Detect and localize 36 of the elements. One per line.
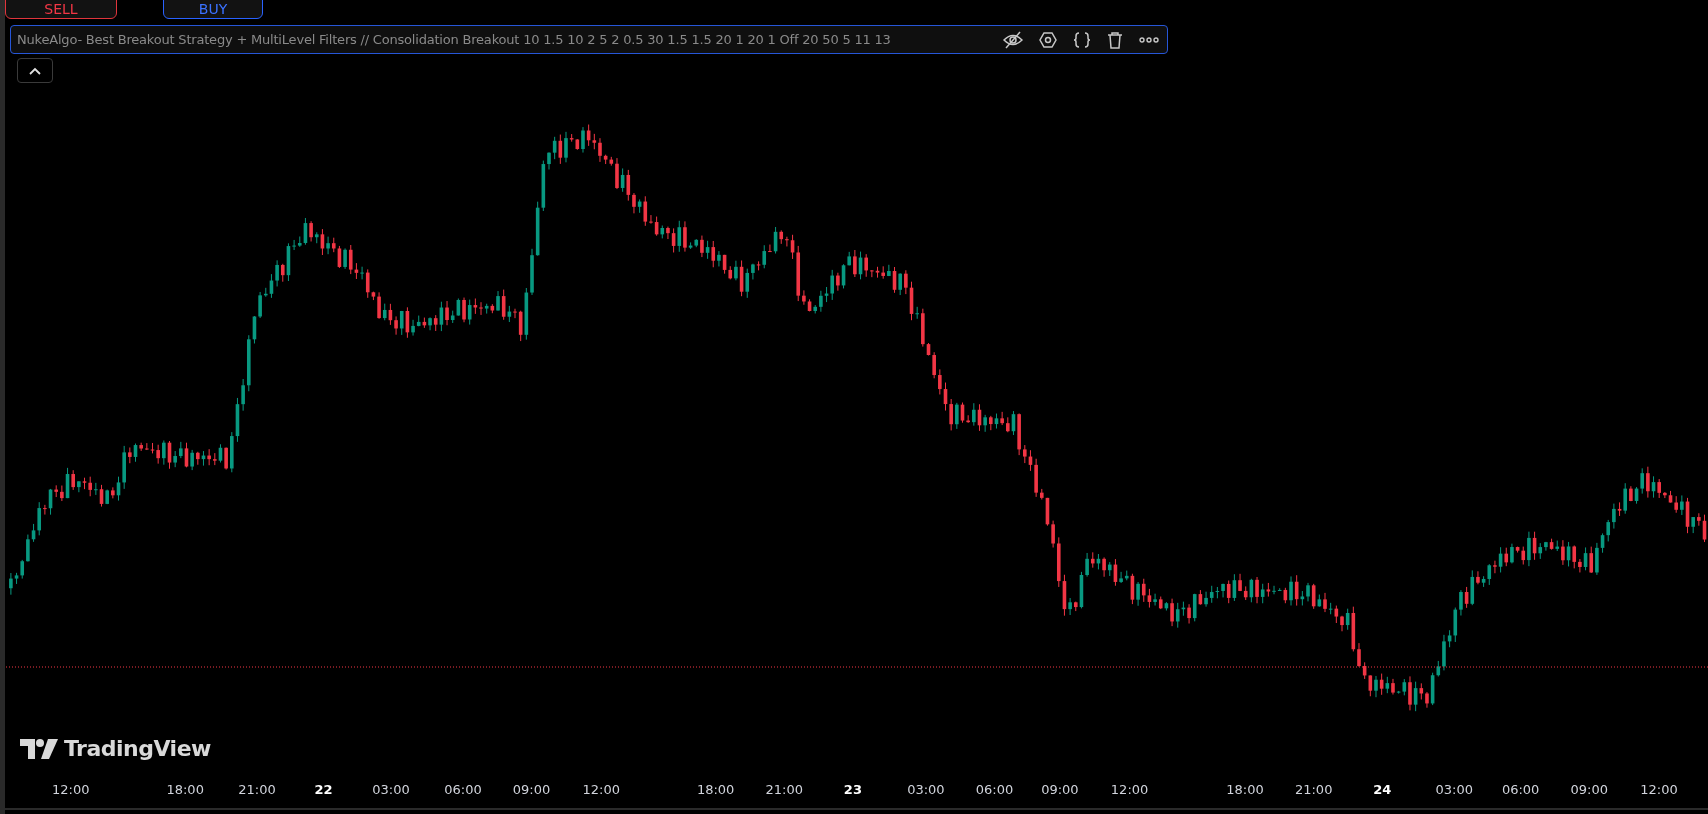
indicator-title: NukeAlgo- Best Breakout Strategy + MultiLevel Filters // Consolidation Breakout 10 1.5 10 2 5 2 0.5 30 1.5 1.5 20 1 20 1 Off 20 50 5 11 13	[17, 32, 892, 47]
eye-off-icon[interactable]	[1003, 30, 1023, 49]
time-axis-label: 03:00	[907, 782, 945, 797]
time-axis-label: 06:00	[444, 782, 482, 797]
tradingview-logo[interactable]: TradingView	[20, 736, 211, 761]
braces-icon[interactable]	[1073, 30, 1091, 49]
time-axis-label: 22	[314, 782, 333, 797]
time-axis-label: 12:00	[1110, 782, 1149, 797]
logo-text: TradingView	[64, 736, 211, 761]
time-axis-label: 06:00	[975, 782, 1014, 797]
chevron-up-icon	[29, 66, 41, 75]
time-axis-label: 12:00	[52, 782, 90, 797]
time-axis-label: 18:00	[696, 782, 735, 797]
time-axis-label: 18:00	[166, 782, 204, 797]
time-axis-label: 23	[843, 782, 862, 797]
time-axis-label: 09:00	[512, 782, 551, 797]
time-axis-label: 06:00	[1501, 782, 1540, 797]
trash-icon[interactable]	[1107, 30, 1123, 49]
buy-button[interactable]: BUY	[163, 0, 263, 19]
settings-icon[interactable]	[1039, 30, 1057, 49]
time-axis-label: 09:00	[1041, 782, 1079, 797]
more-icon[interactable]	[1139, 36, 1159, 43]
logo-icon	[20, 738, 58, 759]
sell-button[interactable]: SELL	[5, 0, 117, 19]
time-axis-label: 24	[1373, 782, 1392, 797]
collapse-button[interactable]	[17, 58, 53, 83]
time-axis-label: 03:00	[1435, 782, 1473, 797]
time-axis-label: 21:00	[765, 782, 803, 797]
time-axis-label: 21:00	[238, 782, 276, 797]
time-axis-label: 18:00	[1226, 782, 1264, 797]
time-axis-label: 12:00	[582, 782, 620, 797]
time-axis-label: 09:00	[1570, 782, 1608, 797]
indicator-legend[interactable]: NukeAlgo- Best Breakout Strategy + MultiLevel Filters // Consolidation Breakout 10 1.5 10 2 5 2 0.5 30 1.5 1.5 20 1 20 1 Off 20 50 5 11 13	[10, 25, 1168, 54]
time-axis-label: 03:00	[372, 782, 410, 797]
time-axis-label: 12:00	[1640, 782, 1678, 797]
time-axis-label: 21:00	[1294, 782, 1333, 797]
